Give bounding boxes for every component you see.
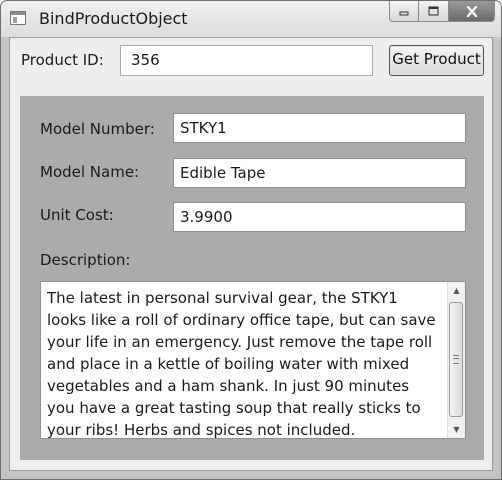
minimize-button[interactable] [389,1,419,22]
window-app-icon[interactable] [10,11,26,25]
minimize-icon [399,11,409,16]
model-number-field[interactable]: STKY1 [173,113,466,143]
product-id-input[interactable]: 356 [120,45,373,76]
description-text: The latest in personal survival gear, th… [47,289,436,439]
description-field[interactable]: The latest in personal survival gear, th… [40,281,466,439]
unit-cost-label: Unit Cost: [40,206,114,224]
product-details-panel: Model Number: STKY1 Model Name: Edible T… [20,96,484,460]
model-name-field[interactable]: Edible Tape [173,158,466,188]
scroll-down-icon[interactable]: ▼ [448,421,465,438]
title-bar[interactable]: BindProductObject [1,1,501,37]
description-label: Description: [40,251,131,269]
scrollbar-thumb[interactable] [449,302,463,417]
window-controls [389,1,495,23]
app-window: BindProductObject Product ID: 356 Get Pr… [0,0,502,480]
window-title: BindProductObject [39,9,188,28]
window-client-area: Product ID: 356 Get Product Model Number… [9,37,493,471]
close-icon [466,5,477,17]
unit-cost-field[interactable]: 3.9900 [173,202,466,232]
scroll-up-icon[interactable]: ▲ [448,282,465,299]
maximize-icon [428,6,439,16]
product-id-label: Product ID: [21,51,104,69]
model-number-label: Model Number: [40,120,155,138]
description-scrollbar[interactable]: ▲ ▼ [447,282,465,438]
get-product-button[interactable]: Get Product [389,45,484,76]
model-name-label: Model Name: [40,163,140,181]
close-button[interactable] [449,1,495,22]
maximize-button[interactable] [419,1,449,22]
grip-icon [453,355,459,364]
